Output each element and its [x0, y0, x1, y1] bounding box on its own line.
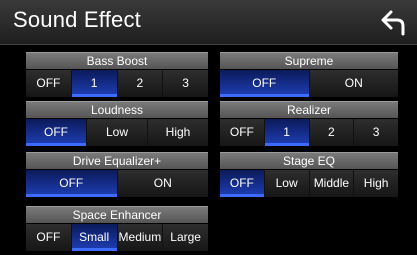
space-enhancer-option-small-button[interactable]: Small: [71, 224, 117, 251]
space-enhancer-options: OFF Small Medium Large: [26, 224, 208, 251]
loudness-panel: Loudness OFF Low High: [26, 101, 208, 146]
space-enhancer-label: Space Enhancer: [26, 206, 208, 223]
realizer-panel: Realizer OFF 1 2 3: [220, 101, 398, 146]
stage-eq-option-low-button[interactable]: Low: [264, 170, 309, 197]
sound-effect-screen: Sound Effect Bass Boost OFF 1 2 3 Loudness …: [0, 0, 417, 255]
stage-eq-panel: Stage EQ OFF Low Middle High: [220, 152, 398, 197]
drive-eq-option-off-button[interactable]: OFF: [26, 170, 117, 197]
bass-boost-option-off-button[interactable]: OFF: [26, 70, 71, 97]
bass-boost-option-3-button[interactable]: 3: [163, 70, 208, 97]
loudness-options: OFF Low High: [26, 119, 208, 146]
stage-eq-label: Stage EQ: [220, 152, 398, 169]
stage-eq-option-high-button[interactable]: High: [354, 170, 398, 197]
supreme-label: Supreme: [220, 52, 398, 69]
bass-boost-panel: Bass Boost OFF 1 2 3: [26, 52, 208, 97]
supreme-options: OFF ON: [220, 70, 398, 97]
space-enhancer-panel: Space Enhancer OFF Small Medium Large: [26, 206, 208, 251]
realizer-option-3-button[interactable]: 3: [354, 119, 398, 146]
supreme-panel: Supreme OFF ON: [220, 52, 398, 97]
stage-eq-options: OFF Low Middle High: [220, 170, 398, 197]
drive-equalizer-options: OFF ON: [26, 170, 208, 197]
space-enhancer-option-medium-button[interactable]: Medium: [117, 224, 163, 251]
bass-boost-options: OFF 1 2 3: [26, 70, 208, 97]
loudness-option-off-button[interactable]: OFF: [26, 119, 86, 146]
loudness-option-high-button[interactable]: High: [148, 119, 208, 146]
supreme-option-off-button[interactable]: OFF: [220, 70, 309, 97]
bass-boost-label: Bass Boost: [26, 52, 208, 69]
realizer-option-2-button[interactable]: 2: [309, 119, 354, 146]
realizer-option-1-button[interactable]: 1: [264, 119, 309, 146]
drive-equalizer-panel: Drive Equalizer+ OFF ON: [26, 152, 208, 197]
bass-boost-option-2-button[interactable]: 2: [117, 70, 163, 97]
realizer-options: OFF 1 2 3: [220, 119, 398, 146]
stage-eq-option-middle-button[interactable]: Middle: [309, 170, 354, 197]
stage-eq-option-off-button[interactable]: OFF: [220, 170, 264, 197]
realizer-label: Realizer: [220, 101, 398, 118]
bass-boost-option-1-button[interactable]: 1: [71, 70, 117, 97]
space-enhancer-option-large-button[interactable]: Large: [163, 224, 208, 251]
loudness-option-low-button[interactable]: Low: [87, 119, 147, 146]
drive-eq-option-on-button[interactable]: ON: [117, 170, 208, 197]
space-enhancer-option-off-button[interactable]: OFF: [26, 224, 71, 251]
realizer-option-off-button[interactable]: OFF: [220, 119, 264, 146]
header-bar: Sound Effect: [0, 0, 417, 45]
page-title: Sound Effect: [13, 7, 141, 32]
loudness-label: Loudness: [26, 101, 208, 118]
drive-equalizer-label: Drive Equalizer+: [26, 152, 208, 169]
supreme-option-on-button[interactable]: ON: [309, 70, 398, 97]
back-arrow-icon[interactable]: [377, 6, 409, 38]
